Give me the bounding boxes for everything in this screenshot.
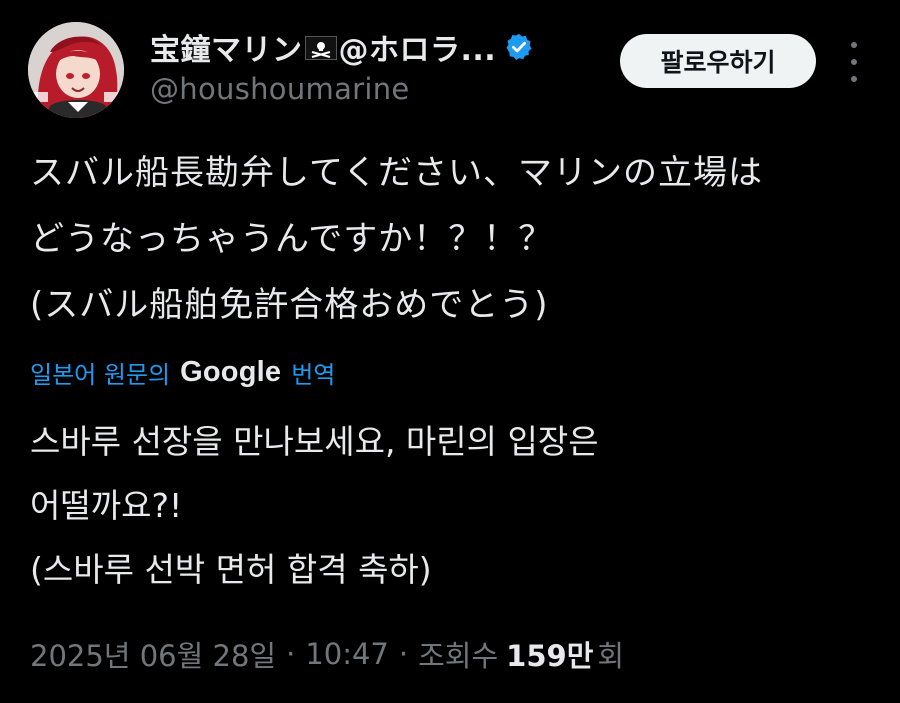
verified-badge-icon[interactable] xyxy=(504,32,534,62)
avatar-image xyxy=(28,22,124,118)
user-handle[interactable]: @houshoumarine xyxy=(150,72,590,106)
google-logo: Google xyxy=(180,355,282,388)
display-name[interactable]: 宝鐘マリン xyxy=(150,25,303,69)
translation-suffix[interactable]: 번역 xyxy=(291,355,335,390)
meta-separator: · xyxy=(398,637,409,671)
tweet-header: 宝鐘マリン @ホロラ... @houshoumarine 팔로우하기 xyxy=(28,22,878,118)
translated-text-line: (스바루 선박 면허 합격 축하) xyxy=(30,550,432,589)
views-suffix: 회 xyxy=(597,639,625,673)
pirate-flag-icon xyxy=(304,36,337,60)
more-vertical-icon[interactable] xyxy=(844,42,864,82)
tweet-text: スバル船長勘弁してください、マリンの立場は どうなっちゃうんですか！？！？ (ス… xyxy=(30,140,880,338)
translation-attribution[interactable]: 일본어 원문의 Google 번역 xyxy=(30,352,335,392)
display-name-suffix[interactable]: @ホロラ... xyxy=(339,25,497,69)
translated-text: 스바루 선장을 만나보세요, 마린의 입장은 어떨까요?! (스바루 선박 면허… xyxy=(30,410,880,602)
avatar[interactable] xyxy=(28,22,124,118)
tweet-meta: 2025년 06월 28일 · 10:47 · 조회수 159만 회 xyxy=(30,632,624,676)
tweet-text-line: (スバル船舶免許合格おめでとう) xyxy=(30,285,549,325)
follow-button[interactable]: 팔로우하기 xyxy=(620,34,816,88)
display-name-row[interactable]: 宝鐘マリン @ホロラ... xyxy=(150,26,590,68)
tweet-text-line: どうなっちゃうんですか！？！？ xyxy=(30,219,554,259)
translated-text-line: 스바루 선장을 만나보세요, 마린의 입장은 xyxy=(30,422,599,461)
views-label: 조회수 xyxy=(418,639,499,673)
tweet-time[interactable]: 10:47 xyxy=(305,637,389,671)
meta-separator: · xyxy=(286,637,296,671)
translated-text-line: 어떨까요?! xyxy=(30,486,183,525)
views-count[interactable]: 159만 xyxy=(506,633,593,675)
translation-prefix[interactable]: 일본어 원문의 xyxy=(30,355,170,390)
user-info: 宝鐘マリン @ホロラ... @houshoumarine xyxy=(150,26,590,106)
tweet-text-line: スバル船長勘弁してください、マリンの立場は xyxy=(30,153,763,193)
tweet-date[interactable]: 2025년 06월 28일 xyxy=(30,633,276,675)
tweet-detail: 宝鐘マリン @ホロラ... @houshoumarine 팔로우하기 スバル船長… xyxy=(0,0,900,703)
